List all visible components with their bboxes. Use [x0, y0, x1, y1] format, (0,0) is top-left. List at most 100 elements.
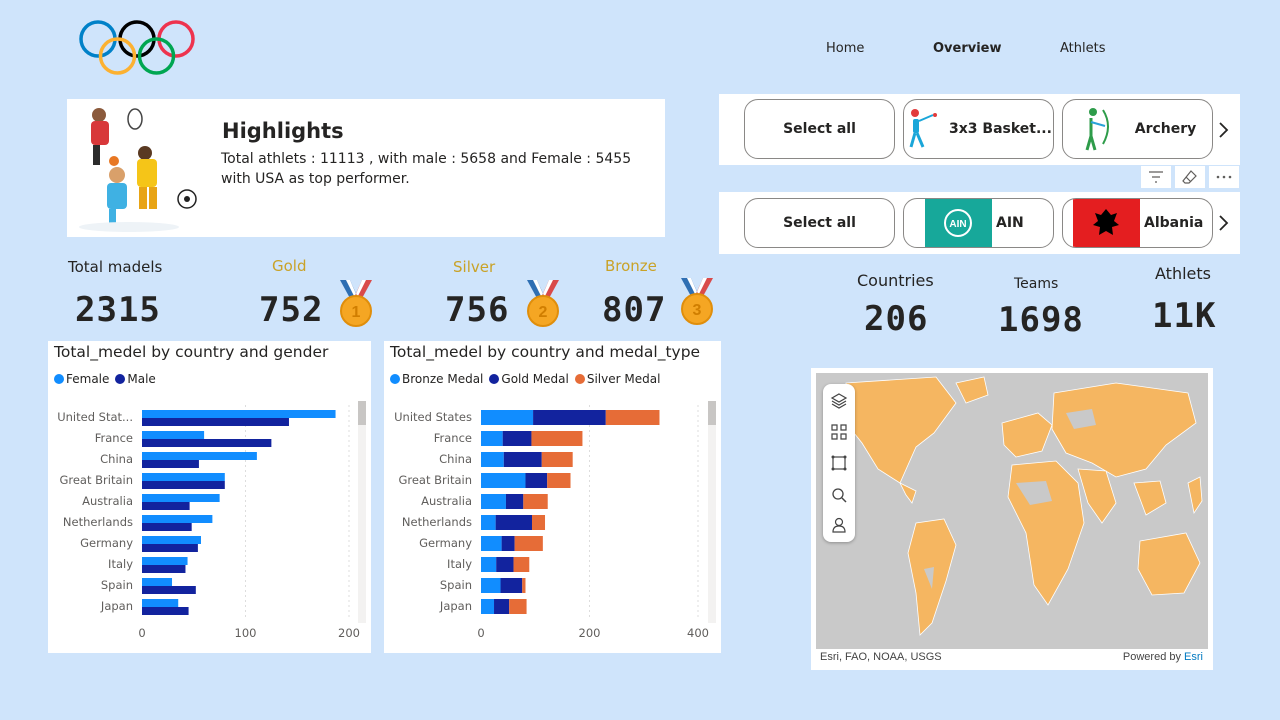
silver-label: Silver [453, 258, 496, 276]
bar-bronze-medal[interactable] [481, 578, 501, 593]
gender-bar-chart: 0 100 200 United Stat... France China Great Br… [57, 401, 366, 640]
highlights-text: Total athlets : 11113 , with male : 5658… [221, 151, 632, 187]
bar-silver-medal[interactable] [531, 515, 546, 530]
country-select-all-button[interactable]: Select all [744, 198, 895, 248]
qr-select-icon[interactable] [830, 423, 848, 441]
rectangle-select-icon[interactable] [830, 454, 848, 472]
scrollbar-thumb[interactable] [358, 401, 366, 425]
bar-male[interactable] [142, 586, 196, 594]
chevron-right-icon[interactable] [1217, 213, 1231, 233]
category-label: Italy [108, 557, 133, 571]
bar-silver-medal[interactable] [547, 473, 571, 488]
bar-male[interactable] [142, 523, 192, 531]
bar-gold-medal[interactable] [494, 599, 510, 614]
bar-silver-medal[interactable] [513, 557, 530, 572]
bar-female[interactable] [142, 515, 213, 523]
nav-athletes[interactable]: Athlets [1060, 41, 1105, 56]
bronze-label: Bronze [605, 257, 657, 275]
category-label: Netherlands [402, 515, 472, 529]
athletes-value: 11K [1152, 296, 1217, 336]
clear-selection-button[interactable] [1175, 166, 1205, 188]
teams-label: Teams [1014, 276, 1059, 292]
bar-male[interactable] [142, 439, 272, 447]
bar-gold-medal[interactable] [496, 557, 514, 572]
bronze-medal-number: 3 [693, 302, 702, 319]
search-icon[interactable] [830, 486, 848, 504]
bar-silver-medal[interactable] [514, 536, 543, 551]
medal-type-chart-card: Total_medel by country and medal_type Br… [384, 341, 721, 653]
bar-silver-medal[interactable] [509, 599, 527, 614]
bar-female[interactable] [142, 599, 179, 607]
filter-button[interactable] [1141, 166, 1171, 188]
bar-female[interactable] [142, 431, 205, 439]
bar-silver-medal[interactable] [605, 410, 660, 425]
sport-item-archery[interactable]: Archery [1062, 99, 1213, 159]
bar-female[interactable] [142, 536, 201, 544]
highlights-title: Highlights [222, 119, 344, 143]
olympic-rings-logo [79, 20, 195, 75]
bar-male[interactable] [142, 544, 198, 552]
bar-bronze-medal[interactable] [481, 599, 495, 614]
bar-gold-medal[interactable] [501, 536, 515, 551]
chevron-right-icon[interactable] [1217, 120, 1231, 140]
bar-female[interactable] [142, 452, 257, 460]
nav-home[interactable]: Home [826, 41, 864, 56]
bar-female[interactable] [142, 494, 220, 502]
bar-bronze-medal[interactable] [481, 557, 497, 572]
bar-silver-medal[interactable] [531, 431, 583, 446]
bar-gold-medal[interactable] [502, 431, 532, 446]
bar-bronze-medal[interactable] [481, 431, 503, 446]
bar-male[interactable] [142, 481, 225, 489]
nav-overview[interactable]: Overview [933, 41, 1002, 56]
bar-bronze-medal[interactable] [481, 536, 502, 551]
bar-silver-medal[interactable] [541, 452, 573, 467]
bar-male[interactable] [142, 502, 190, 510]
layers-icon[interactable] [830, 392, 848, 410]
bar-male[interactable] [142, 418, 289, 426]
bar-silver-medal[interactable] [522, 578, 526, 593]
silver-medal-number: 2 [539, 304, 548, 321]
country-item-albania[interactable]: Albania [1062, 198, 1213, 248]
ain-flag-icon: AIN [925, 199, 992, 247]
powered-by-label: Powered by [1122, 651, 1181, 663]
category-label: Great Britain [398, 473, 472, 487]
gold-label: Gold [272, 257, 307, 275]
bar-bronze-medal[interactable] [481, 515, 496, 530]
bar-male[interactable] [142, 460, 199, 468]
bar-female[interactable] [142, 578, 173, 586]
scrollbar-thumb[interactable] [708, 401, 716, 425]
bar-gold-medal[interactable] [503, 452, 542, 467]
bar-bronze-medal[interactable] [481, 452, 504, 467]
country-item-albania-label: Albania [1144, 215, 1204, 231]
eraser-icon [1182, 170, 1197, 184]
sport-select-all-button[interactable]: Select all [744, 99, 895, 159]
category-label: Australia [421, 494, 472, 508]
esri-link[interactable]: Esri [1184, 651, 1203, 663]
gold-value: 752 [259, 290, 324, 330]
user-location-icon[interactable] [830, 516, 848, 534]
bar-bronze-medal[interactable] [481, 494, 506, 509]
bar-bronze-medal[interactable] [481, 473, 526, 488]
gender-chart-card: Total_medel by country and gender Female… [48, 341, 371, 653]
world-map[interactable] [816, 373, 1208, 649]
bar-gold-medal[interactable] [500, 578, 523, 593]
scrollbar-track[interactable] [358, 401, 366, 623]
bar-female[interactable] [142, 473, 225, 481]
bar-gold-medal[interactable] [495, 515, 532, 530]
bar-male[interactable] [142, 607, 189, 615]
bar-female[interactable] [142, 410, 336, 418]
bar-gold-medal[interactable] [525, 473, 548, 488]
powered-by-esri[interactable]: Powered by Esri [1123, 651, 1203, 663]
bar-gold-medal[interactable] [533, 410, 606, 425]
more-options-button[interactable] [1209, 166, 1239, 188]
sport-item-basketball[interactable]: 3x3 Basket... [903, 99, 1054, 159]
category-label: Great Britain [59, 473, 133, 487]
bar-female[interactable] [142, 557, 188, 565]
total-medals-value: 2315 [75, 290, 161, 330]
bar-bronze-medal[interactable] [481, 410, 534, 425]
country-item-ain[interactable]: AIN AIN [903, 198, 1054, 248]
bar-male[interactable] [142, 565, 186, 573]
scrollbar-track[interactable] [708, 401, 716, 623]
bar-gold-medal[interactable] [505, 494, 524, 509]
bar-silver-medal[interactable] [523, 494, 548, 509]
